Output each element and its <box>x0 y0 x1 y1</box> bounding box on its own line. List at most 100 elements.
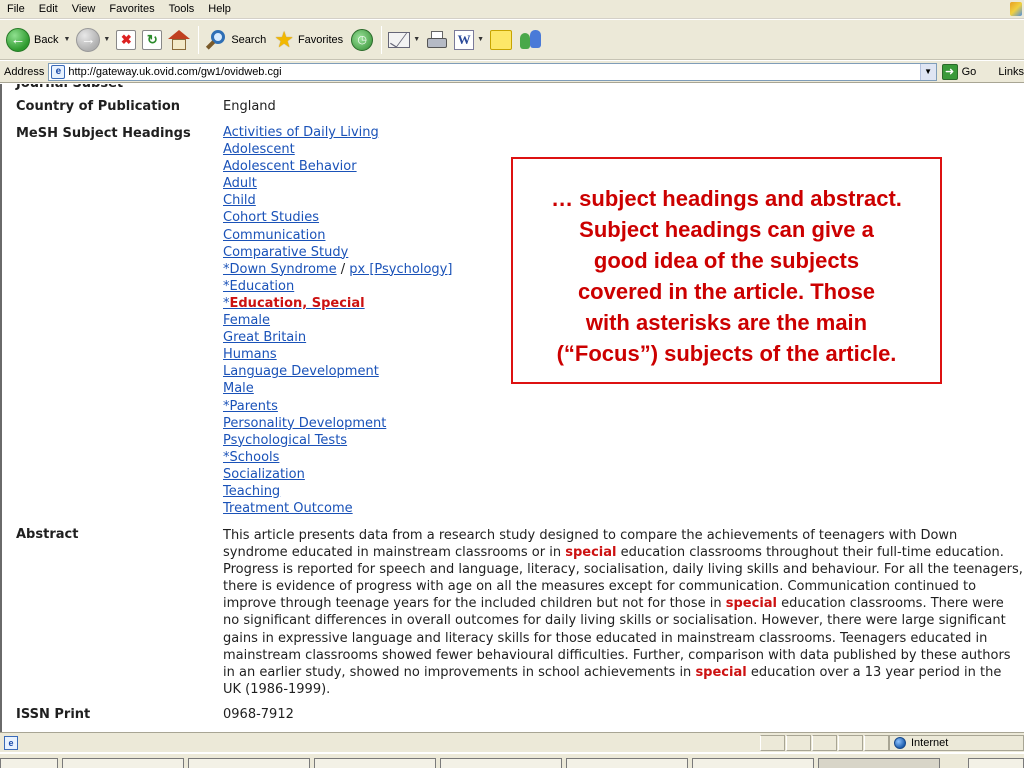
back-button[interactable]: ← Back ▼ <box>6 25 70 55</box>
start-button[interactable] <box>0 758 58 768</box>
taskbar-button-active[interactable] <box>818 758 940 768</box>
mesh-link-cohort-studies[interactable]: Cohort Studies <box>223 210 319 225</box>
taskbar-button[interactable] <box>692 758 814 768</box>
address-dropdown-icon[interactable]: ▼ <box>919 63 936 80</box>
back-dropdown-icon[interactable]: ▼ <box>63 36 70 43</box>
taskbar-button[interactable] <box>566 758 688 768</box>
mesh-link-communication[interactable]: Communication <box>223 228 325 243</box>
status-panel <box>864 735 889 751</box>
mesh-link-child[interactable]: Child <box>223 193 256 208</box>
subheading-separator: / <box>340 261 346 277</box>
status-panel <box>838 735 863 751</box>
menu-tools[interactable]: Tools <box>162 0 202 19</box>
list-item: Comparative Study <box>223 244 452 261</box>
mesh-link-comparative-study[interactable]: Comparative Study <box>223 245 348 260</box>
mesh-link-px-psychology[interactable]: px [Psychology] <box>349 262 452 277</box>
abstract-label: Abstract <box>16 527 79 542</box>
mesh-link-personality-development[interactable]: Personality Development <box>223 416 386 431</box>
callout-line: covered in the article. Those <box>577 279 876 304</box>
favorites-button[interactable]: ★ Favorites <box>274 25 345 55</box>
mesh-link-female[interactable]: Female <box>223 313 270 328</box>
mesh-link-adolescent[interactable]: Adolescent <box>223 142 295 157</box>
search-term-highlight: special <box>565 545 617 561</box>
menu-favorites[interactable]: Favorites <box>102 0 161 19</box>
edit-dropdown-icon[interactable]: ▼ <box>477 36 484 43</box>
address-bar: Address e http://gateway.uk.ovid.com/gw1… <box>0 61 1024 83</box>
taskbar-button[interactable] <box>314 758 436 768</box>
status-panel <box>786 735 811 751</box>
history-icon: ◷ <box>351 28 374 51</box>
print-icon <box>426 30 448 49</box>
list-item: *Schools <box>223 449 452 466</box>
mesh-label: MeSH Subject Headings <box>16 126 191 141</box>
address-label: Address <box>4 65 45 78</box>
menu-edit[interactable]: Edit <box>32 0 65 19</box>
mesh-link-schools[interactable]: *Schools <box>223 450 279 465</box>
status-panel <box>812 735 837 751</box>
callout-line: good idea of the subjects <box>593 248 860 273</box>
refresh-icon: ↻ <box>142 29 163 50</box>
mesh-link-treatment-outcome[interactable]: Treatment Outcome <box>223 501 353 516</box>
page-icon: e <box>51 64 66 79</box>
menu-view[interactable]: View <box>65 0 103 19</box>
issn-value: 0968-7912 <box>223 707 294 722</box>
print-button[interactable] <box>426 25 448 55</box>
list-item: Great Britain <box>223 329 452 346</box>
list-item: Psychological Tests <box>223 432 452 449</box>
stop-button[interactable]: ✖ <box>116 25 137 55</box>
search-button[interactable]: Search <box>205 25 268 55</box>
list-item: Socialization <box>223 466 452 483</box>
education-special-text: Education, Special <box>229 295 365 311</box>
taskbar-button[interactable] <box>62 758 184 768</box>
mesh-link-socialization[interactable]: Socialization <box>223 467 305 482</box>
mesh-link-great-britain[interactable]: Great Britain <box>223 330 306 345</box>
mesh-link-down-syndrome[interactable]: *Down Syndrome <box>223 262 337 277</box>
home-icon <box>168 29 191 50</box>
taskbar <box>0 753 1024 768</box>
mesh-link-activities-of-daily-living[interactable]: Activities of Daily Living <box>223 125 379 140</box>
taskbar-button[interactable] <box>188 758 310 768</box>
home-button[interactable] <box>168 25 191 55</box>
messenger-button[interactable] <box>518 25 544 55</box>
address-url[interactable]: http://gateway.uk.ovid.com/gw1/ovidweb.c… <box>68 66 281 78</box>
mesh-link-adolescent-behavior[interactable]: Adolescent Behavior <box>223 159 357 174</box>
list-item: Language Development <box>223 363 452 380</box>
mesh-link-psychological-tests[interactable]: Psychological Tests <box>223 433 347 448</box>
mesh-link-teaching[interactable]: Teaching <box>223 484 280 499</box>
mail-button[interactable]: ▼ <box>388 25 420 55</box>
menu-help[interactable]: Help <box>201 0 238 19</box>
edit-button[interactable]: W ▼ <box>454 25 484 55</box>
taskbar-button[interactable] <box>440 758 562 768</box>
refresh-button[interactable]: ↻ <box>142 25 163 55</box>
callout-line: (“Focus”) subjects of the article. <box>556 341 897 366</box>
back-arrow-icon: ← <box>6 27 30 52</box>
callout-line: with asterisks are the main <box>585 310 868 335</box>
forward-dropdown-icon[interactable]: ▼ <box>103 36 110 43</box>
mesh-link-education[interactable]: *Education <box>223 279 294 294</box>
list-item: *Education, Special <box>223 295 452 312</box>
forward-arrow-icon: → <box>76 27 101 52</box>
mesh-link-male[interactable]: Male <box>223 381 254 396</box>
history-button[interactable]: ◷ <box>351 25 374 55</box>
go-button[interactable]: ➜ Go <box>941 63 976 80</box>
mesh-link-adult[interactable]: Adult <box>223 176 257 191</box>
security-zone[interactable]: Internet <box>889 735 1024 751</box>
forward-button[interactable]: → ▼ <box>76 25 110 55</box>
address-input[interactable]: e http://gateway.uk.ovid.com/gw1/ovidweb… <box>48 62 937 81</box>
menu-file[interactable]: File <box>0 0 32 19</box>
status-panel <box>760 735 785 751</box>
list-item: Cohort Studies <box>223 209 452 226</box>
back-label: Back <box>34 33 59 46</box>
mesh-link-parents[interactable]: *Parents <box>223 399 278 414</box>
zone-label: Internet <box>911 737 949 749</box>
mesh-link-education-special[interactable]: *Education, Special <box>223 296 365 311</box>
mail-dropdown-icon[interactable]: ▼ <box>413 36 420 43</box>
links-button[interactable]: Links <box>998 66 1024 78</box>
discuss-button[interactable] <box>490 25 513 55</box>
stop-icon: ✖ <box>116 29 137 50</box>
list-item: Adult <box>223 175 452 192</box>
search-icon <box>205 29 227 51</box>
mesh-link-language-development[interactable]: Language Development <box>223 364 379 379</box>
mesh-link-humans[interactable]: Humans <box>223 347 277 362</box>
clipped-previous-row: Journal Subset <box>16 84 123 91</box>
